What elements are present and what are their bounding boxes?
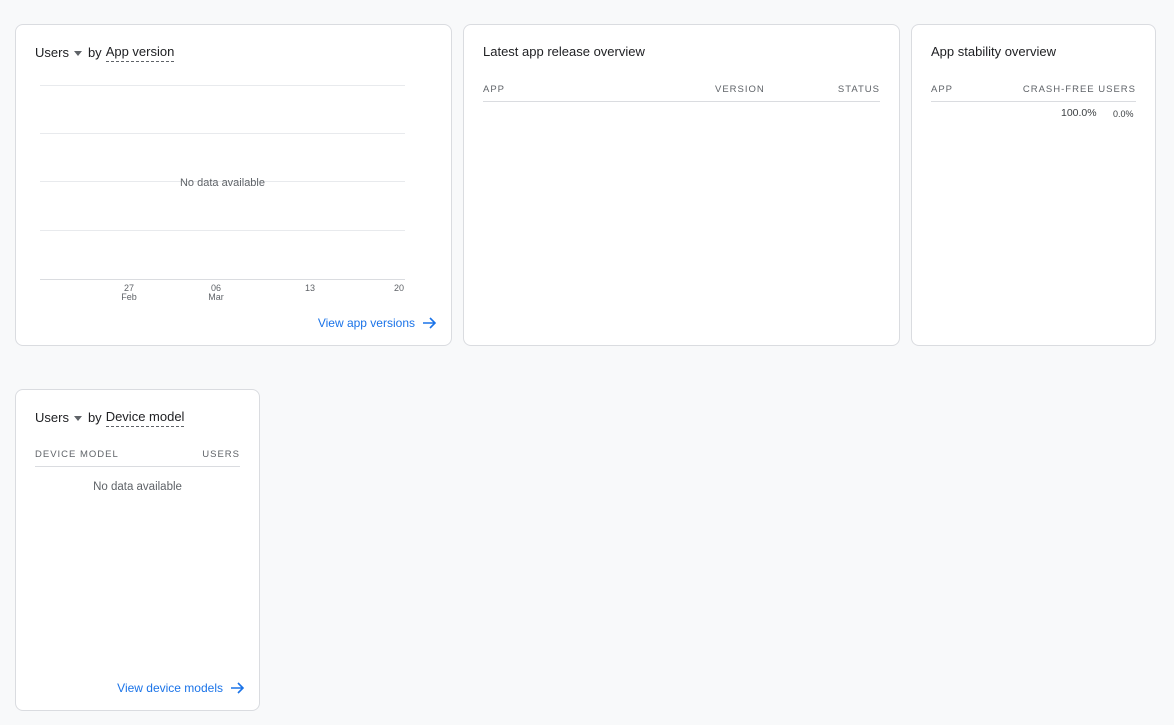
dimension-selector[interactable]: App version: [105, 44, 175, 62]
column-header-users: USERS: [202, 449, 240, 460]
metric-selector: Users by App version: [35, 44, 175, 62]
device-model-card: Users by Device model DEVICE MODEL USERS…: [15, 389, 260, 711]
chart-baseline: [40, 279, 405, 280]
card-title: Latest app release overview: [483, 44, 645, 59]
view-app-versions-link[interactable]: View app versions: [318, 316, 437, 330]
app-stability-card: App stability overview APP CRASH-FREE US…: [911, 24, 1156, 346]
chart-gridline: [40, 230, 405, 231]
chart-gridline: [40, 85, 405, 86]
by-label: by: [87, 45, 102, 60]
caret-down-icon[interactable]: [73, 415, 82, 421]
x-axis-tick: 20: [379, 284, 419, 293]
by-label: by: [87, 410, 102, 425]
app-version-card: Users by App version No data available 2…: [15, 24, 452, 346]
chart-empty-message: No data available: [179, 177, 265, 189]
column-header-device-model: DEVICE MODEL: [35, 449, 119, 460]
column-header-crash-free-users: CRASH-FREE USERS: [1022, 84, 1136, 95]
table-header: APP VERSION STATUS: [483, 82, 880, 102]
arrow-right-icon: [423, 317, 437, 329]
table-header: DEVICE MODEL USERS: [35, 447, 240, 467]
x-tick-day: 20: [393, 283, 404, 293]
arrow-right-icon: [231, 682, 245, 694]
latest-release-card: Latest app release overview APP VERSION …: [463, 24, 900, 346]
metric-dropdown[interactable]: Users: [35, 45, 69, 61]
crash-free-value: 100.0%: [1061, 107, 1097, 119]
column-header-version: VERSION: [715, 84, 765, 95]
metric-selector: Users by Device model: [35, 409, 185, 427]
x-tick-month: Feb: [121, 292, 137, 302]
column-header-status: STATUS: [837, 84, 880, 95]
view-device-models-link[interactable]: View device models: [117, 681, 245, 695]
dimension-selector[interactable]: Device model: [105, 409, 185, 427]
view-app-versions-label: View app versions: [317, 316, 415, 330]
x-axis-tick: 13: [290, 284, 330, 293]
chart-gridline: [40, 133, 405, 134]
x-axis-tick: 27 Feb: [109, 284, 149, 302]
caret-down-icon[interactable]: [73, 50, 82, 56]
column-header-app: APP: [483, 84, 506, 95]
card-title: App stability overview: [931, 44, 1056, 59]
metric-dropdown[interactable]: Users: [35, 410, 69, 426]
table-empty-message: No data available: [93, 481, 182, 493]
x-tick-day: 13: [304, 283, 315, 293]
view-device-models-label: View device models: [117, 681, 223, 695]
column-header-app: APP: [931, 84, 954, 95]
table-header: APP CRASH-FREE USERS: [931, 82, 1136, 102]
x-axis-tick: 06 Mar: [196, 284, 236, 302]
crash-free-change: 0.0%: [1113, 109, 1134, 119]
x-tick-month: Mar: [208, 292, 224, 302]
